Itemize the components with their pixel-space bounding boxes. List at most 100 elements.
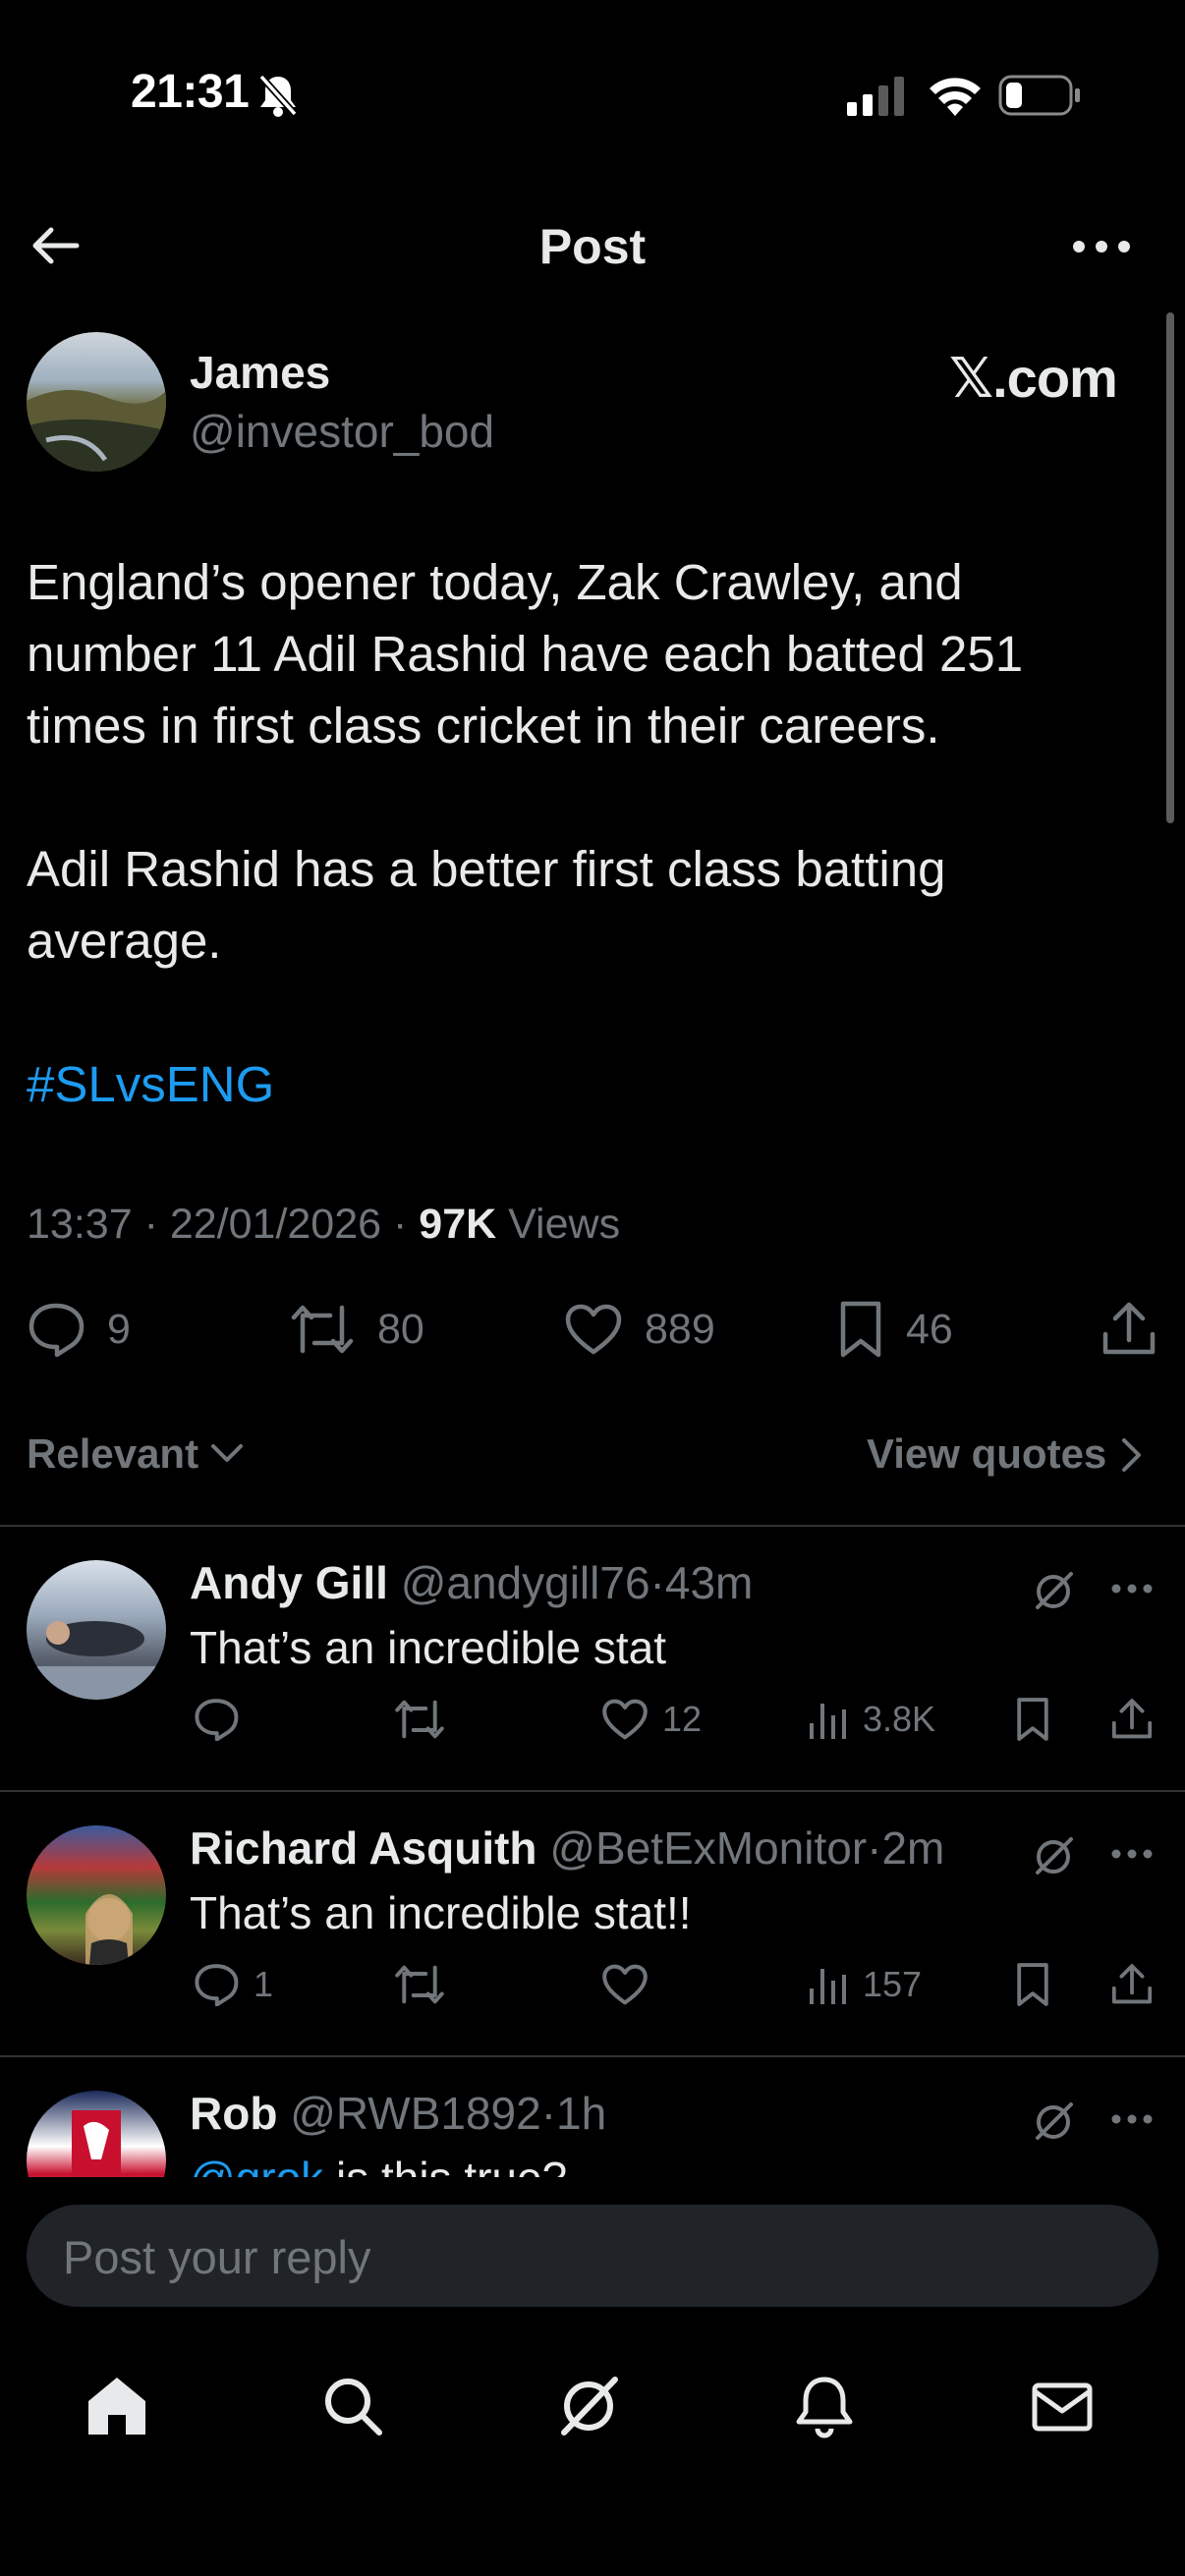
views-count: 157 (863, 1964, 923, 2004)
like-count: 889 (645, 1305, 715, 1353)
hashtag-link[interactable]: #SLvsENG (27, 1056, 274, 1112)
analytics-icon (810, 1704, 846, 1739)
reply-icon (195, 1964, 239, 2006)
more-options-icon[interactable] (1110, 1847, 1154, 1861)
bookmark-button[interactable] (1014, 1955, 1051, 2014)
repost-button[interactable] (393, 1690, 460, 1749)
bookmark-icon (1017, 1963, 1048, 2006)
views-count: 3.8K (863, 1699, 936, 1739)
avatar[interactable] (27, 1560, 166, 1700)
author-handle[interactable]: @investor_bod (190, 405, 494, 458)
reply-text: That’s an incredible stat!! (190, 1887, 692, 1938)
heart-icon (602, 1699, 648, 1740)
reply-item[interactable]: Andy Gill @andygill76·43m That’s an incr… (0, 1527, 1185, 1790)
repost-icon (395, 1700, 444, 1739)
reply-text: That’s an incredible stat (190, 1622, 666, 1673)
bookmark-icon (840, 1301, 881, 1358)
reply-time: 1h (556, 2088, 607, 2139)
search-icon[interactable] (320, 2374, 385, 2438)
views-count: 97K (419, 1201, 497, 1248)
reply-author-handle[interactable]: @RWB1892 (290, 2088, 541, 2139)
home-icon[interactable] (85, 2374, 149, 2438)
separator: · (143, 1201, 158, 1248)
notifications-icon[interactable] (792, 2374, 857, 2438)
reply-icon (195, 1699, 239, 1741)
reply-item[interactable]: Richard Asquith @BetExMonitor·2m That’s … (0, 1792, 1185, 2055)
status-time: 21:31 (131, 66, 250, 118)
share-icon (1111, 1964, 1153, 2004)
page-title: Post (538, 219, 647, 274)
grok-icon[interactable] (1032, 2100, 1075, 2144)
bookmark-button[interactable]: 46 (837, 1295, 953, 1364)
reply-count: 9 (107, 1305, 131, 1353)
chevron-down-icon[interactable] (210, 1442, 244, 1464)
author-avatar[interactable] (27, 332, 166, 472)
post-time: 13:37 (27, 1201, 133, 1248)
share-button[interactable] (1110, 1955, 1154, 2014)
wifi-icon (928, 73, 983, 116)
cellular-signal-icon (847, 77, 906, 116)
like-button[interactable]: 889 (564, 1295, 715, 1364)
share-button[interactable] (1110, 1690, 1154, 1749)
share-icon (1111, 1699, 1153, 1739)
reply-actions: 12 3.8K (0, 1690, 1185, 1749)
grok-icon[interactable] (1032, 1835, 1075, 1878)
chevron-right-icon[interactable] (1120, 1436, 1144, 1474)
reply-author-handle[interactable]: @andygill76 (401, 1557, 650, 1608)
bookmark-button[interactable] (1014, 1690, 1051, 1749)
grok-icon[interactable] (1032, 1570, 1075, 1613)
more-options-icon[interactable] (1110, 1582, 1154, 1596)
reply-actions: 1 157 (0, 1955, 1185, 2014)
repost-button[interactable] (393, 1955, 460, 2014)
reply-author-name[interactable]: Richard Asquith (190, 1822, 537, 1874)
repost-icon (395, 1965, 444, 2004)
reply-author-handle[interactable]: @BetExMonitor (549, 1822, 867, 1874)
views-button[interactable]: 157 (808, 1955, 922, 2014)
bell-muted-icon (257, 73, 299, 118)
like-button[interactable] (601, 1955, 662, 2014)
reply-button[interactable]: 1 (193, 1955, 273, 2014)
post-date: 22/01/2026 (169, 1201, 382, 1248)
avatar[interactable] (27, 1825, 166, 1965)
repost-icon (291, 1305, 354, 1354)
view-quotes-link[interactable]: View quotes (867, 1430, 1106, 1478)
like-button[interactable]: 12 (601, 1690, 702, 1749)
reply-input-placeholder[interactable]: Post your reply (63, 2230, 370, 2284)
heart-icon (565, 1304, 622, 1355)
bookmark-icon (1017, 1698, 1048, 1741)
separator: · (540, 2088, 557, 2139)
heart-icon (602, 1964, 648, 2005)
share-icon (1102, 1302, 1156, 1355)
like-count: 12 (662, 1699, 703, 1739)
source-watermark: 𝕏.com (949, 347, 1118, 409)
reply-button[interactable] (193, 1690, 254, 1749)
author-name[interactable]: James (190, 346, 330, 399)
views-label: Views (508, 1201, 621, 1248)
share-button[interactable] (1100, 1295, 1157, 1364)
reply-icon (28, 1303, 85, 1357)
separator: · (649, 1557, 665, 1608)
more-options-icon[interactable] (1110, 2112, 1154, 2126)
grok-nav-icon[interactable] (556, 2374, 621, 2438)
reply-time: 2m (881, 1822, 945, 1874)
sort-dropdown[interactable]: Relevant (27, 1430, 198, 1478)
messages-icon[interactable] (1030, 2374, 1095, 2438)
repost-button[interactable]: 80 (289, 1295, 424, 1364)
repost-count: 80 (377, 1305, 424, 1353)
post-body: England’s opener today, Zak Crawley, and… (27, 546, 1137, 1192)
analytics-icon (810, 1969, 846, 2004)
post-meta: 13:37 · 22/01/2026 · 97K Views (27, 1201, 620, 1249)
scrollbar[interactable] (1166, 312, 1174, 823)
bottom-nav (0, 2358, 1185, 2456)
reply-button[interactable]: 9 (27, 1295, 131, 1364)
reply-count: 1 (254, 1964, 274, 2004)
reply-author-name[interactable]: Rob (190, 2088, 277, 2139)
reply-author-name[interactable]: Andy Gill (190, 1557, 388, 1608)
battery-icon (998, 75, 1081, 116)
reply-time: 43m (664, 1557, 754, 1608)
views-button[interactable]: 3.8K (808, 1690, 935, 1749)
more-options-icon[interactable] (1071, 232, 1132, 261)
separator: · (393, 1201, 408, 1248)
bookmark-count: 46 (906, 1305, 953, 1353)
post-paragraph: Adil Rashid has a better first class bat… (27, 841, 946, 969)
